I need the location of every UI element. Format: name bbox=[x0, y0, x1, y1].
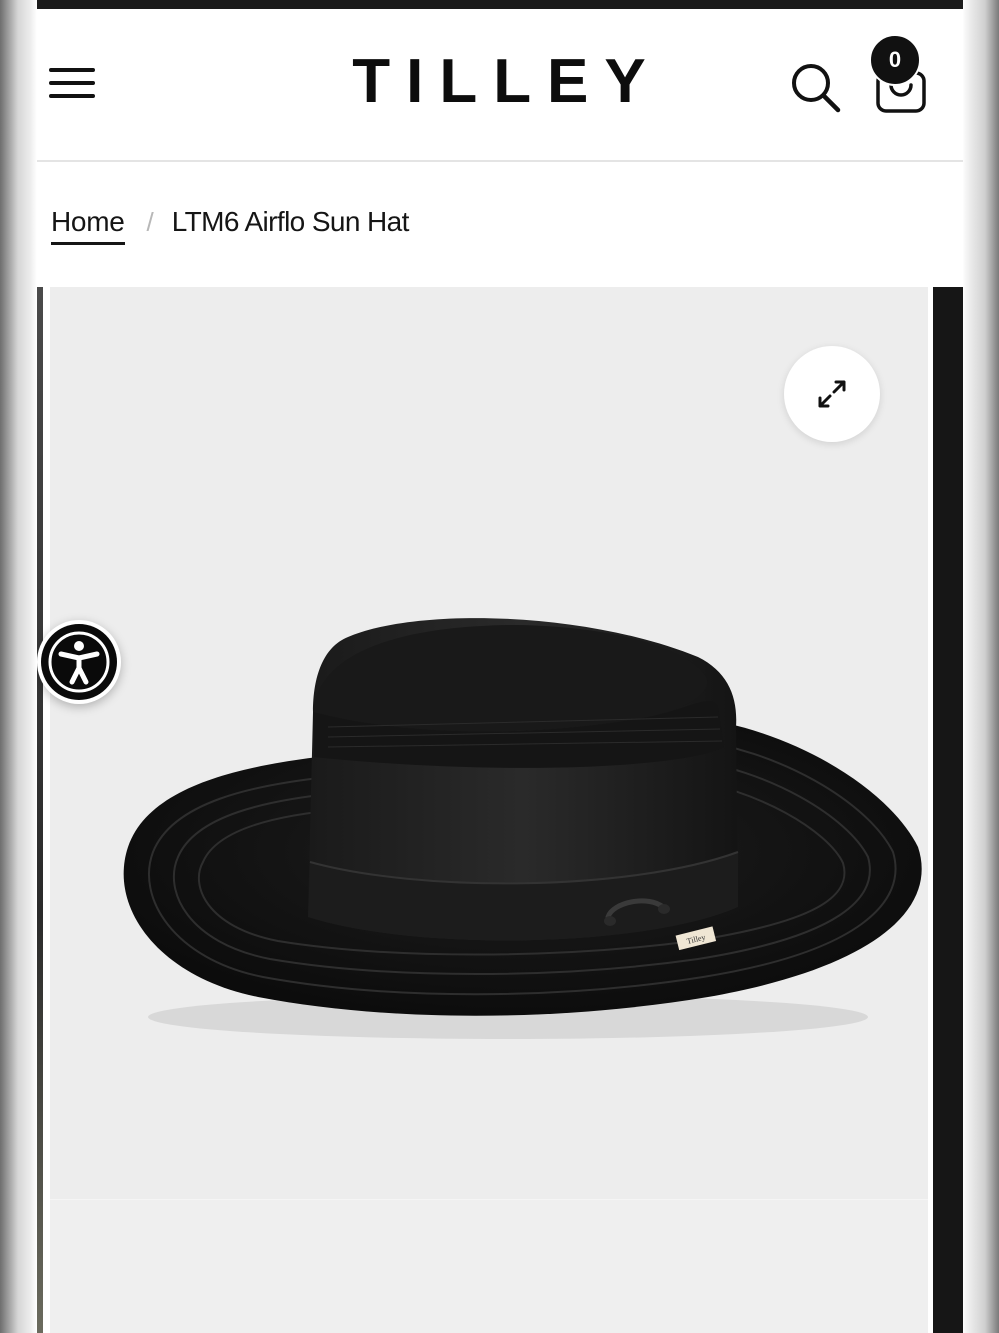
breadcrumb-separator: / bbox=[146, 207, 154, 237]
hamburger-menu-icon bbox=[49, 94, 95, 98]
image-floor bbox=[50, 1199, 928, 1333]
breadcrumb-home-link[interactable]: Home bbox=[51, 206, 125, 245]
accessibility-button[interactable] bbox=[37, 620, 121, 704]
sun-hat-image: Tilley bbox=[123, 618, 922, 1039]
site-header: TILLEY bbox=[37, 9, 963, 162]
menu-button[interactable] bbox=[49, 67, 97, 101]
hamburger-menu-icon bbox=[49, 68, 95, 72]
product-image[interactable]: Tilley bbox=[50, 287, 928, 1333]
accessibility-person-icon bbox=[48, 631, 110, 693]
breadcrumb-current-page: LTM6 Airflo Sun Hat bbox=[171, 206, 410, 237]
expand-image-button[interactable] bbox=[784, 346, 880, 442]
previous-slide-peek[interactable] bbox=[37, 287, 43, 1333]
expand-arrows-icon bbox=[818, 380, 846, 408]
hamburger-menu-icon bbox=[49, 81, 95, 85]
search-icon bbox=[792, 64, 841, 113]
search-button[interactable] bbox=[789, 61, 843, 115]
product-image-gallery[interactable]: Tilley bbox=[37, 287, 963, 1333]
brand-logo[interactable]: TILLEY bbox=[307, 47, 691, 117]
breadcrumb: Home / LTM6 Airflo Sun Hat bbox=[51, 206, 409, 250]
accessibility-button-inner bbox=[41, 624, 117, 700]
cart-count-badge[interactable]: 0 bbox=[869, 34, 921, 86]
top-status-strip bbox=[37, 0, 963, 9]
next-slide-peek[interactable] bbox=[933, 287, 963, 1333]
mobile-page: TILLEY 0 Home / LTM6 Airflo Sun Hat Till… bbox=[37, 0, 963, 1333]
